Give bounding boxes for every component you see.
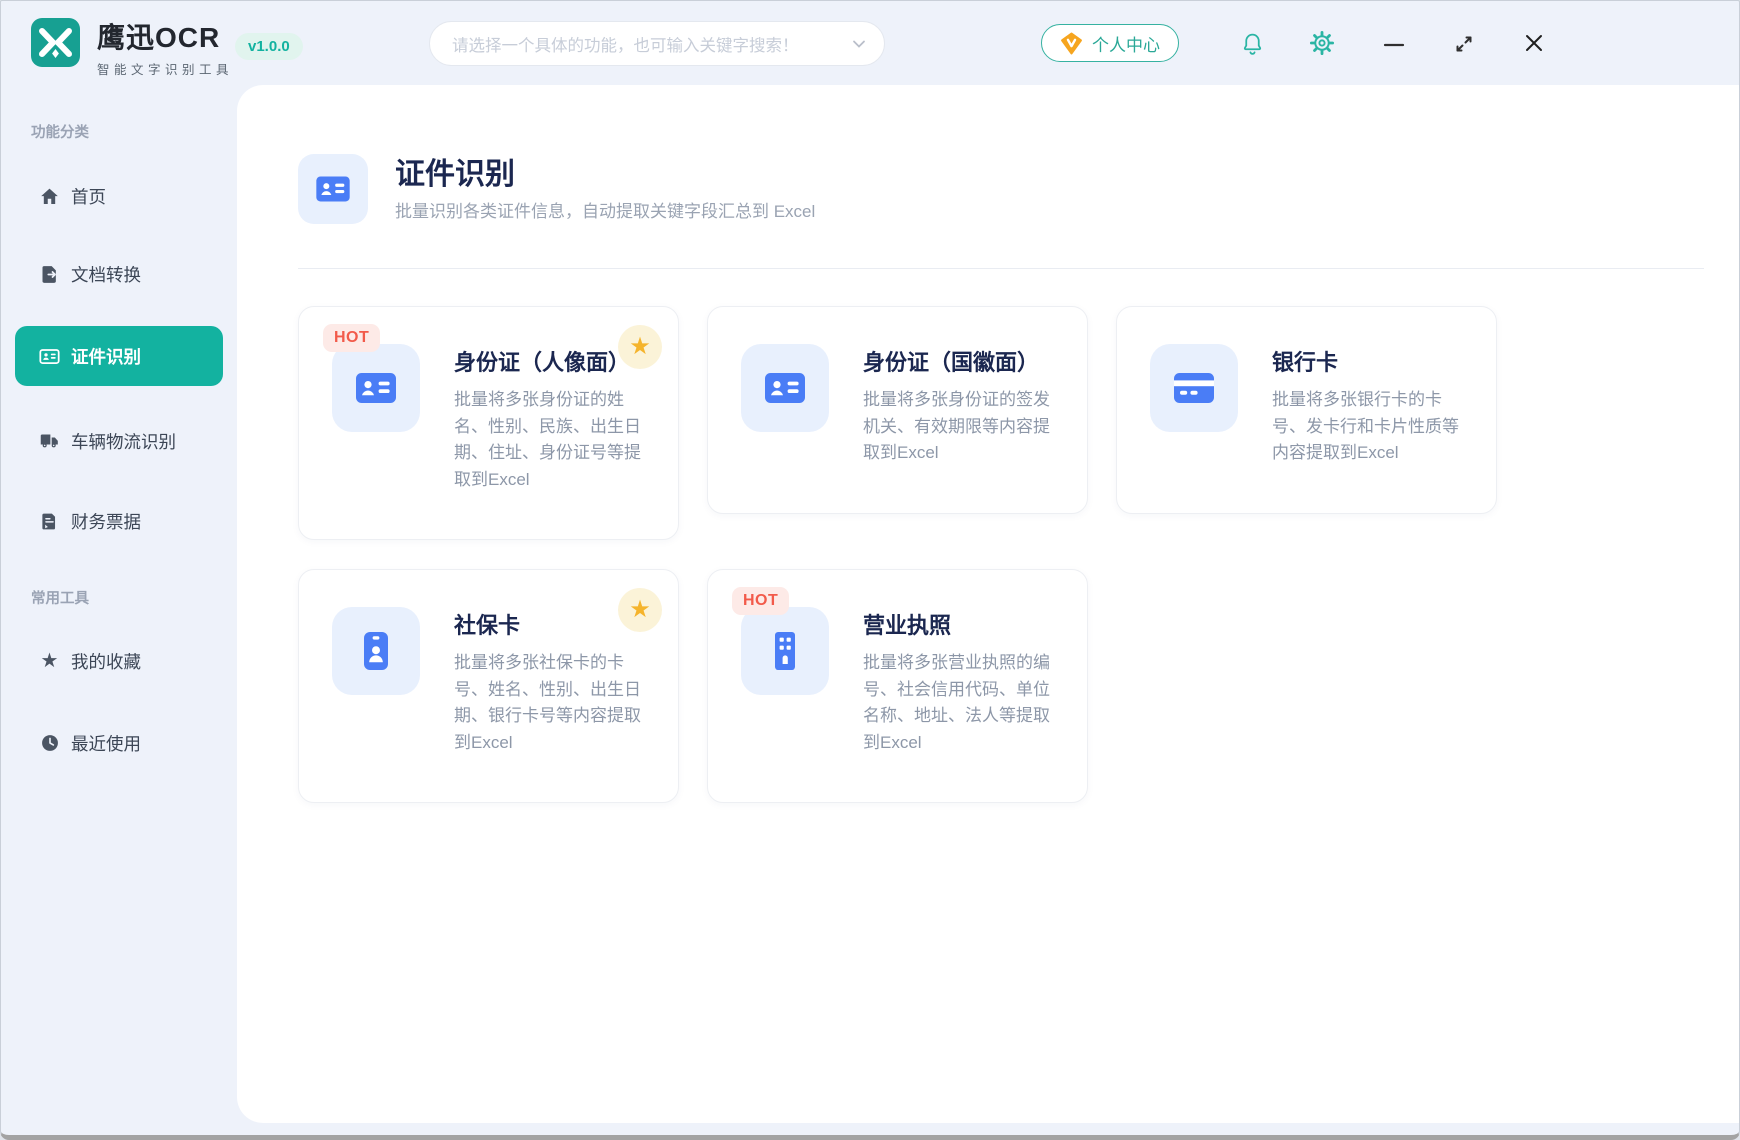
id-card-icon	[332, 344, 420, 432]
card-description: 批量将多张银行卡的卡号、发卡行和卡片性质等内容提取到Excel	[1272, 387, 1464, 467]
close-icon	[1522, 31, 1546, 55]
building-icon	[741, 607, 829, 695]
social-card-icon	[332, 607, 420, 695]
sidebar-section-functions: 功能分类	[31, 121, 89, 142]
sidebar-item-label: 证件识别	[71, 344, 141, 369]
clock-icon	[39, 733, 60, 754]
star-icon: ★	[629, 598, 651, 622]
id-card-icon	[313, 169, 353, 209]
sidebar-item-id-recognition[interactable]: 证件识别	[15, 326, 223, 386]
doc-convert-icon	[39, 264, 60, 285]
feature-card-bank-card[interactable]: 银行卡 批量将多张银行卡的卡号、发卡行和卡片性质等内容提取到Excel	[1116, 306, 1497, 514]
card-title: 身份证（人像面）	[454, 345, 630, 377]
hot-badge: HOT	[732, 587, 789, 615]
card-title: 营业执照	[863, 608, 951, 640]
user-center-button[interactable]: 个人中心	[1041, 24, 1179, 62]
minimize-button[interactable]	[1381, 32, 1407, 58]
sidebar-item-label: 文档转换	[71, 262, 141, 287]
sidebar-item-doc-convert[interactable]: 文档转换	[15, 252, 223, 296]
sidebar-item-label: 我的收藏	[71, 649, 141, 674]
id-card-icon	[39, 346, 60, 367]
star-icon: ★	[39, 651, 60, 672]
maximize-button[interactable]	[1451, 31, 1477, 57]
card-title: 社保卡	[454, 608, 520, 640]
vip-badge-icon	[1060, 32, 1083, 55]
star-icon: ★	[629, 335, 651, 359]
search-chevron-icon[interactable]	[850, 35, 868, 53]
page-title: 证件识别	[395, 149, 515, 193]
hot-badge: HOT	[323, 324, 380, 352]
favorite-star-badge[interactable]: ★	[618, 325, 662, 369]
sidebar-item-recent[interactable]: 最近使用	[15, 721, 223, 765]
settings-gear-icon[interactable]	[1309, 30, 1335, 56]
feature-card-social-security[interactable]: ★ 社保卡 批量将多张社保卡的卡号、姓名、性别、出生日期、银行卡号等内容提取到E…	[298, 569, 679, 803]
feature-card-idcard-portrait[interactable]: HOT ★ 身份证（人像面） 批量将多张身份证的姓名、性别、民族、出生日期、住址…	[298, 306, 679, 540]
feature-card-business-license[interactable]: HOT 营业执照 批量将多张营业执照的编号、社会信用代码、单位名称、地址、法人等…	[707, 569, 1088, 803]
card-description: 批量将多张营业执照的编号、社会信用代码、单位名称、地址、法人等提取到Excel	[863, 650, 1055, 756]
card-description: 批量将多张社保卡的卡号、姓名、性别、出生日期、银行卡号等内容提取到Excel	[454, 650, 646, 756]
search-placeholder: 请选择一个具体的功能，也可输入关键字搜索！	[452, 32, 850, 56]
main-panel: 证件识别 批量识别各类证件信息，自动提取关键字段汇总到 Excel HOT ★ …	[237, 85, 1740, 1123]
id-card-icon	[741, 344, 829, 432]
app-title: 鹰迅OCR	[97, 16, 233, 56]
bank-card-icon	[1150, 344, 1238, 432]
brand-block: 鹰迅OCR 智能文字识别工具	[97, 16, 233, 78]
search-input[interactable]: 请选择一个具体的功能，也可输入关键字搜索！	[429, 21, 885, 66]
notification-bell-icon[interactable]	[1239, 30, 1265, 56]
sidebar-item-label: 首页	[71, 184, 106, 209]
sidebar-item-favorites[interactable]: ★ 我的收藏	[15, 639, 223, 683]
user-center-label: 个人中心	[1092, 31, 1160, 56]
feature-card-idcard-emblem[interactable]: 身份证（国徽面） 批量将多张身份证的签发机关、有效期限等内容提取到Excel	[707, 306, 1088, 514]
header-divider	[298, 268, 1704, 269]
sidebar-item-home[interactable]: 首页	[15, 174, 223, 218]
card-description: 批量将多张身份证的签发机关、有效期限等内容提取到Excel	[863, 387, 1055, 467]
card-title: 身份证（国徽面）	[863, 345, 1039, 377]
page-subtitle: 批量识别各类证件信息，自动提取关键字段汇总到 Excel	[395, 197, 815, 222]
favorite-star-badge[interactable]: ★	[618, 588, 662, 632]
app-logo-icon	[31, 18, 80, 67]
page-header-icon	[298, 154, 368, 224]
home-icon	[39, 186, 60, 207]
maximize-icon	[1453, 33, 1475, 55]
sidebar-item-vehicle-logistics[interactable]: 车辆物流识别	[15, 419, 223, 463]
close-button[interactable]	[1521, 30, 1547, 56]
sidebar-item-label: 最近使用	[71, 731, 141, 756]
sidebar-item-label: 财务票据	[71, 509, 141, 534]
sidebar-item-label: 车辆物流识别	[71, 429, 176, 454]
top-bar: 鹰迅OCR 智能文字识别工具 v1.0.0 请选择一个具体的功能，也可输入关键字…	[1, 1, 1739, 85]
app-tagline: 智能文字识别工具	[97, 59, 233, 78]
app-window: 鹰迅OCR 智能文字识别工具 v1.0.0 请选择一个具体的功能，也可输入关键字…	[0, 0, 1740, 1140]
version-badge: v1.0.0	[235, 33, 303, 60]
sidebar-item-financial-bills[interactable]: 财务票据	[15, 499, 223, 543]
sidebar-section-tools: 常用工具	[31, 587, 89, 608]
card-description: 批量将多张身份证的姓名、性别、民族、出生日期、住址、身份证号等提取到Excel	[454, 387, 646, 493]
card-title: 银行卡	[1272, 345, 1338, 377]
truck-icon	[39, 431, 60, 452]
invoice-icon	[39, 511, 60, 532]
